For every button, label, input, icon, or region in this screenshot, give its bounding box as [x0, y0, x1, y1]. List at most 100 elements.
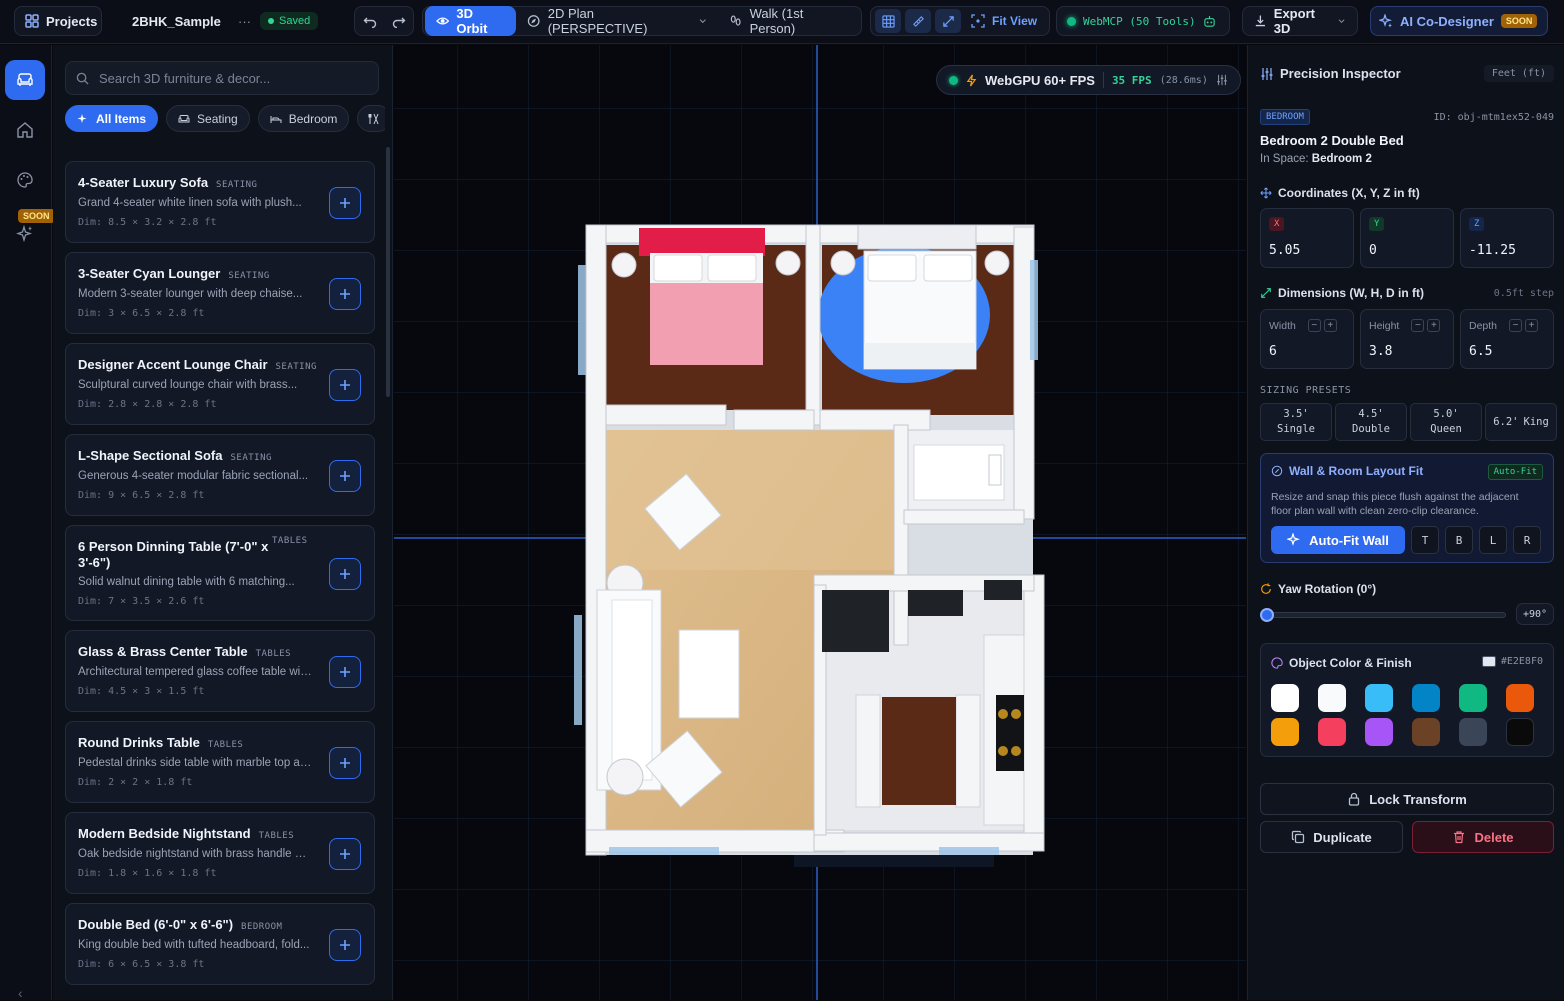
preset-king-button[interactable]: 6.2' King [1485, 403, 1557, 441]
coord-z-field[interactable]: Z -11.25 [1460, 208, 1554, 268]
project-name[interactable]: 2BHK_Sample [132, 6, 221, 36]
chip-seating[interactable]: Seating [166, 105, 250, 132]
duplicate-button[interactable]: Duplicate [1260, 821, 1403, 853]
furniture-card[interactable]: Designer Accent Lounge Chair SEATING Sculp… [65, 343, 375, 425]
furniture-card-title: Double Bed (6'-0" x 6'-6") BEDROOM [78, 917, 282, 935]
dimension-field-depth[interactable]: Depth − +6.5 [1460, 309, 1554, 369]
color-swatch[interactable] [1365, 718, 1393, 746]
furniture-card[interactable]: L-Shape Sectional Sofa SEATING Generous 4-… [65, 434, 375, 516]
coord-y-field[interactable]: Y 0 [1360, 208, 1454, 268]
3d-viewport[interactable]: WebGPU 60+ FPS 35 FPS (28.6ms) [394, 45, 1246, 1000]
coord-value[interactable]: 5.05 [1269, 243, 1300, 258]
yaw-slider[interactable] [1260, 607, 1508, 623]
furniture-card[interactable]: 4-Seater Luxury Sofa SEATING Grand 4-seate… [65, 161, 375, 243]
preset-single-button[interactable]: 3.5' Single [1260, 403, 1332, 441]
coord-value[interactable]: 0 [1369, 243, 1377, 258]
furniture-card[interactable]: Glass & Brass Center Table TABLES Architec… [65, 630, 375, 712]
snap-side-b-button[interactable]: B [1445, 526, 1473, 554]
chip-bedroom[interactable]: Bedroom [257, 105, 350, 132]
color-swatch[interactable] [1271, 684, 1299, 712]
color-swatch[interactable] [1459, 718, 1487, 746]
color-swatch[interactable] [1459, 684, 1487, 712]
rail-furniture-button[interactable] [5, 60, 45, 100]
increment-button[interactable]: + [1323, 319, 1337, 332]
dimension-value[interactable]: 3.8 [1369, 344, 1392, 359]
coord-value[interactable]: -11.25 [1469, 243, 1516, 258]
furniture-description: Pedestal drinks side table with marble t… [78, 757, 312, 769]
add-to-scene-button[interactable] [329, 460, 361, 492]
search-input[interactable] [99, 70, 359, 86]
delete-button[interactable]: Delete [1412, 821, 1554, 853]
furniture-card[interactable]: 3-Seater Cyan Lounger SEATING Modern 3-sea… [65, 252, 375, 334]
snap-side-t-button[interactable]: T [1411, 526, 1439, 554]
view-mode-walk[interactable]: Walk (1st Person) [718, 6, 859, 36]
color-swatch[interactable] [1506, 684, 1534, 712]
increment-button[interactable]: + [1427, 319, 1441, 332]
auto-fit-wall-button[interactable]: Auto-Fit Wall [1271, 526, 1405, 554]
projects-button[interactable]: Projects [14, 6, 102, 36]
yaw-plus-90-button[interactable]: +90° [1516, 603, 1554, 625]
furniture-card[interactable]: Round Drinks Table TABLES Pedestal drinks … [65, 721, 375, 803]
add-to-scene-button[interactable] [329, 929, 361, 961]
expand-button[interactable] [935, 9, 961, 33]
furniture-card[interactable]: Modern Bedside Nightstand TABLES Oak bedsi… [65, 812, 375, 894]
color-swatch[interactable] [1318, 718, 1346, 746]
redo-icon[interactable] [392, 14, 406, 28]
webmcp-status-button[interactable]: WebMCP (50 Tools) [1056, 6, 1230, 36]
palette-icon [17, 172, 33, 188]
measure-button[interactable] [905, 9, 931, 33]
add-to-scene-button[interactable] [329, 558, 361, 590]
add-to-scene-button[interactable] [329, 747, 361, 779]
dimension-value[interactable]: 6 [1269, 344, 1277, 359]
add-to-scene-button[interactable] [329, 187, 361, 219]
view-mode-3d-orbit[interactable]: 3D Orbit [425, 6, 517, 36]
ai-co-designer-button[interactable]: AI Co-Designer SOON [1370, 6, 1548, 36]
dimension-field-height[interactable]: Height − +3.8 [1360, 309, 1454, 369]
decrement-button[interactable]: − [1411, 319, 1425, 332]
add-to-scene-button[interactable] [329, 278, 361, 310]
undo-icon[interactable] [363, 14, 377, 28]
color-swatch[interactable] [1365, 684, 1393, 712]
snap-side-l-button[interactable]: L [1479, 526, 1507, 554]
color-swatch[interactable] [1506, 718, 1534, 746]
more-menu-button[interactable]: ··· [238, 6, 251, 36]
color-swatch[interactable] [1412, 684, 1440, 712]
rail-rooms-button[interactable] [5, 110, 45, 150]
catalog-scrollbar[interactable] [386, 147, 390, 397]
fit-view-button[interactable]: Fit View [965, 6, 1043, 36]
current-color-hex: #E2E8F0 [1500, 656, 1543, 667]
color-swatch[interactable] [1318, 684, 1346, 712]
color-swatch[interactable] [1412, 718, 1440, 746]
units-badge[interactable]: Feet (ft) [1483, 65, 1554, 82]
view-mode-2d-plan[interactable]: 2D Plan (PERSPECTIVE) [516, 6, 718, 36]
add-to-scene-button[interactable] [329, 369, 361, 401]
preset-queen-button[interactable]: 5.0' Queen [1410, 403, 1482, 441]
webmcp-label: WebMCP (50 Tools) [1083, 14, 1196, 28]
add-to-scene-button[interactable] [329, 656, 361, 688]
dimension-value[interactable]: 6.5 [1469, 344, 1492, 359]
slider-thumb[interactable] [1260, 608, 1274, 622]
coord-x-field[interactable]: X 5.05 [1260, 208, 1354, 268]
chip-more[interactable] [357, 105, 385, 132]
preset-double-button[interactable]: 4.5' Double [1335, 403, 1407, 441]
furniture-card[interactable]: 6 Person Dinning Table (7'-0" x 3'-6") So… [65, 525, 375, 621]
furniture-card[interactable]: Double Bed (6'-0" x 6'-6") BEDROOM King do… [65, 903, 375, 985]
add-to-scene-button[interactable] [329, 838, 361, 870]
sliders-icon[interactable] [1216, 74, 1228, 86]
grid-toggle-button[interactable] [875, 9, 901, 33]
collapse-chevron-icon[interactable]: ‹ [18, 985, 23, 1001]
export-3d-button[interactable]: Export 3D [1242, 6, 1358, 36]
decrement-button[interactable]: − [1509, 319, 1523, 332]
increment-button[interactable]: + [1525, 319, 1539, 332]
lock-transform-button[interactable]: Lock Transform [1260, 783, 1554, 815]
soon-badge: SOON [1500, 14, 1538, 28]
rail-materials-button[interactable] [5, 160, 45, 200]
dimension-field-width[interactable]: Width − +6 [1260, 309, 1354, 369]
rail-ai-button[interactable] [5, 213, 45, 253]
view-mode-label: 3D Orbit [456, 6, 488, 36]
chip-all-items[interactable]: All Items [65, 105, 159, 132]
snap-side-r-button[interactable]: R [1513, 526, 1541, 554]
color-swatch[interactable] [1271, 718, 1299, 746]
decrement-button[interactable]: − [1307, 319, 1321, 332]
scene-canvas[interactable] [394, 45, 1246, 1000]
